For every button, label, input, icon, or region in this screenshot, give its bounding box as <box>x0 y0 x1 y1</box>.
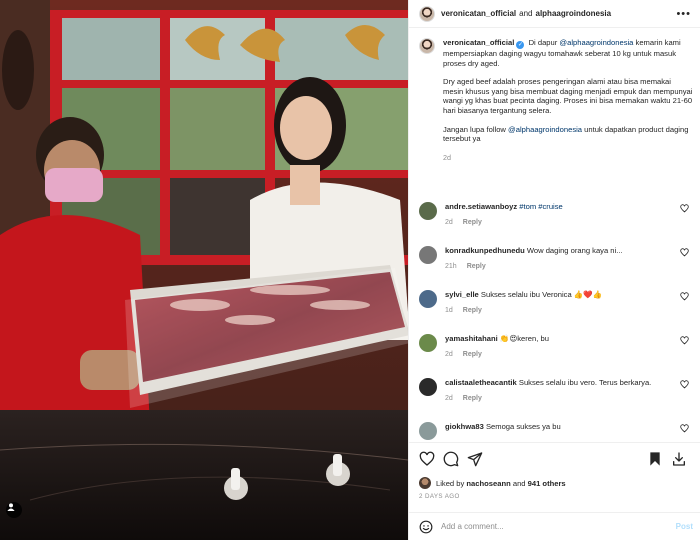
author-avatar[interactable] <box>419 5 435 22</box>
comment-like-heart-icon[interactable] <box>680 204 689 213</box>
caption-p1-lead: Di dapur <box>528 38 558 47</box>
comment-text: Semoga sukses ya bu <box>485 422 561 431</box>
comment-timestamp[interactable]: 1d <box>445 307 453 314</box>
comment-username[interactable]: sylvi_elle <box>445 290 479 299</box>
comment-username[interactable]: konradkunpedhunedu <box>445 246 525 255</box>
coauthor-username[interactable]: alphaagroindonesia <box>536 9 612 18</box>
post-caption: veronicatan_official ✓ Di dapur @alphaag… <box>419 38 693 162</box>
liked-by: Liked by nachoseann and 941 others <box>419 477 566 489</box>
reply-button[interactable]: Reply <box>463 219 482 226</box>
reply-button[interactable]: Reply <box>463 351 482 358</box>
comment-username[interactable]: giokhwa83 <box>445 422 484 431</box>
comment-text: #tom #cruise <box>519 202 563 211</box>
comment-avatar[interactable] <box>419 378 437 396</box>
comment-text: Sukses selalu ibu vero. Terus berkarya. <box>518 378 652 387</box>
comment-timestamp[interactable]: 2d <box>445 351 453 358</box>
comment-item: andre.setiawanboyz #tom #cruise 2d Reply <box>419 202 691 227</box>
reply-button[interactable]: Reply <box>467 263 486 270</box>
caption-mention-1[interactable]: @alphaagroindonesia <box>559 38 633 47</box>
post-sidebar: veronicatan_official and alphaagroindone… <box>408 0 700 540</box>
comment-avatar[interactable] <box>419 246 437 264</box>
caption-timestamp[interactable]: 2d <box>443 153 693 163</box>
comment-text: Sukses selalu ibu Veronica 👍❤️👍 <box>480 290 603 299</box>
coauthor-joiner: and <box>519 9 533 18</box>
post-date[interactable]: 2 DAYS AGO <box>419 493 460 500</box>
post-comment-button[interactable]: Post <box>676 522 693 531</box>
post-photo-illustration <box>0 0 408 540</box>
comment-input[interactable]: Add a comment... <box>441 522 504 531</box>
comment-like-heart-icon[interactable] <box>680 292 689 301</box>
caption-author-avatar[interactable] <box>419 38 435 54</box>
comment-username[interactable]: andre.setiawanboyz <box>445 202 517 211</box>
comment-item: yamashitahani 👏😍keren, bu 2d Reply <box>419 334 691 359</box>
comment-item: konradkunpedhunedu Wow daging orang kaya… <box>419 246 691 271</box>
more-options-icon[interactable]: ••• <box>676 8 691 20</box>
comment-like-heart-icon[interactable] <box>680 380 689 389</box>
caption-mention-2[interactable]: @alphaagroindonesia <box>508 125 582 134</box>
reply-button[interactable]: Reply <box>463 395 482 402</box>
download-icon[interactable] <box>671 451 687 467</box>
liked-by-joiner: and <box>512 478 526 488</box>
comment-timestamp[interactable]: 2d <box>445 395 453 402</box>
comment-username[interactable]: calistaaletheacantik <box>445 378 517 387</box>
comment-avatar[interactable] <box>419 290 437 308</box>
comment-item: calistaaletheacantik Sukses selalu ibu v… <box>419 378 691 403</box>
post-image[interactable] <box>0 0 408 540</box>
liker-avatar[interactable] <box>419 477 431 489</box>
author-username[interactable]: veronicatan_official <box>441 9 516 18</box>
caption-paragraph-2: Dry aged beef adalah proses pengeringan … <box>443 77 693 115</box>
likes-count[interactable]: 941 others <box>528 479 566 488</box>
comment-item: giokhwa83 Semoga sukses ya bu <box>419 422 691 440</box>
share-icon[interactable] <box>467 451 483 467</box>
bookmark-icon[interactable] <box>647 451 663 467</box>
emoji-icon[interactable] <box>419 520 433 534</box>
heart-icon[interactable] <box>419 451 435 467</box>
comment-item: sylvi_elle Sukses selalu ibu Veronica 👍❤… <box>419 290 691 315</box>
comment-username[interactable]: yamashitahani <box>445 334 498 343</box>
comment-avatar[interactable] <box>419 422 437 440</box>
comment-timestamp[interactable]: 21h <box>445 263 457 270</box>
comment-text: Wow daging orang kaya ni... <box>526 246 623 255</box>
liked-by-prefix: Liked by <box>436 478 465 488</box>
comment-like-heart-icon[interactable] <box>680 424 689 433</box>
action-bar <box>419 451 691 469</box>
comment-timestamp[interactable]: 2d <box>445 219 453 226</box>
user-tag-icon[interactable] <box>6 502 22 518</box>
liker-username[interactable]: nachoseann <box>466 479 510 488</box>
comment-text: 👏😍keren, bu <box>499 334 549 343</box>
post-header: veronicatan_official and alphaagroindone… <box>409 0 700 28</box>
verified-icon: ✓ <box>516 41 525 49</box>
comment-like-heart-icon[interactable] <box>680 248 689 257</box>
add-comment-bar: Add a comment... Post <box>409 512 700 540</box>
comment-avatar[interactable] <box>419 202 437 220</box>
caption-p3-lead: Jangan lupa follow <box>443 124 506 134</box>
comment-like-heart-icon[interactable] <box>680 336 689 345</box>
caption-author-username[interactable]: veronicatan_official <box>443 38 514 47</box>
comment-avatar[interactable] <box>419 334 437 352</box>
comment-icon[interactable] <box>443 451 459 467</box>
reply-button[interactable]: Reply <box>463 307 482 314</box>
